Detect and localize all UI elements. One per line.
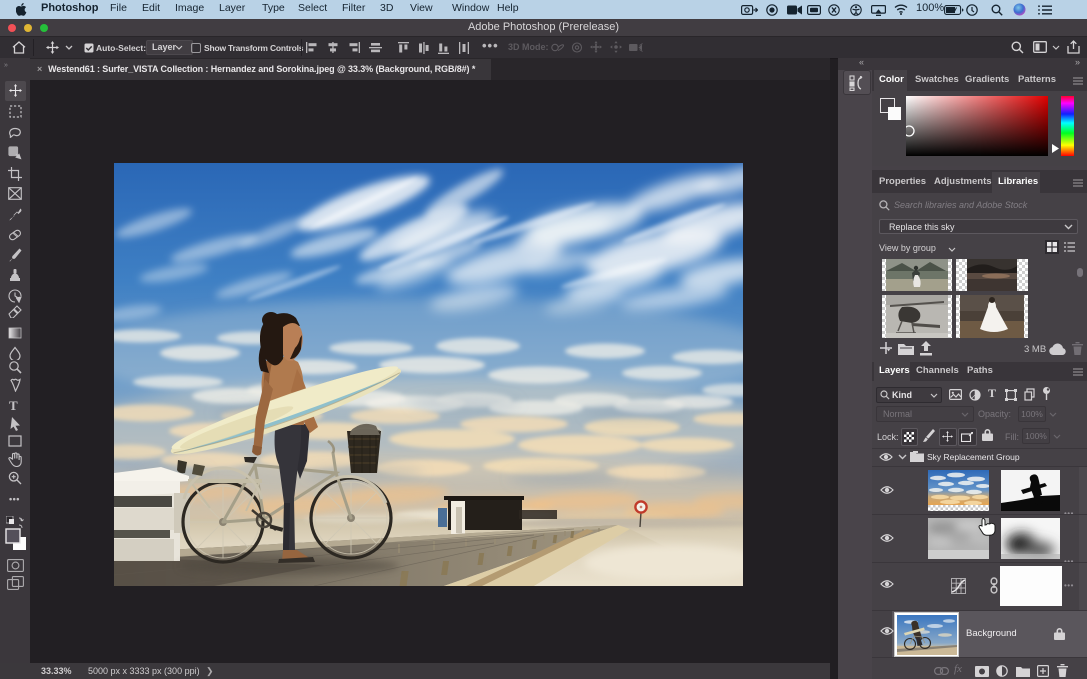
svg-text:T: T xyxy=(9,398,18,413)
